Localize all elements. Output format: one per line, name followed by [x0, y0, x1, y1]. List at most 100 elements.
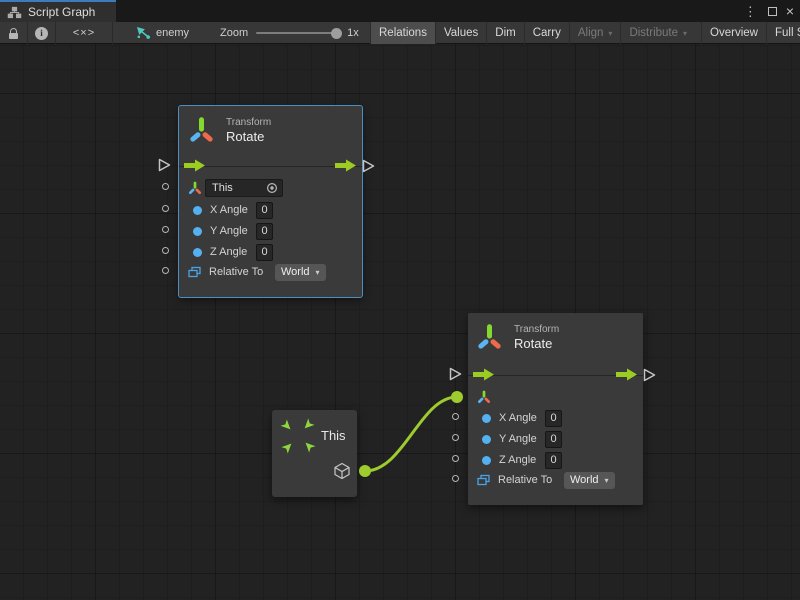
relative-to-dropdown[interactable]: World ▾: [275, 264, 326, 281]
align-button[interactable]: Align▾: [569, 22, 621, 44]
connection-wire[interactable]: [365, 397, 457, 471]
graph-hierarchy-icon: [7, 6, 22, 19]
gameobject-cube-icon: [333, 462, 351, 481]
flow-input-port[interactable]: [449, 367, 462, 381]
lock-button[interactable]: [0, 22, 27, 44]
values-button[interactable]: Values: [435, 22, 486, 44]
x-angle-port[interactable]: [162, 205, 169, 212]
port-label: Y Angle: [210, 225, 256, 237]
graph-toolbar: i <×> enemy Zoom 1x Relations Values: [0, 22, 800, 44]
flow-output-port[interactable]: [643, 368, 656, 382]
graph-reference[interactable]: enemy: [136, 22, 189, 44]
connection-layer: [0, 44, 800, 600]
chevron-down-icon: ▾: [316, 268, 320, 277]
z-angle-input[interactable]: 0: [545, 452, 562, 469]
node-title: Rotate: [514, 336, 559, 352]
full-screen-button[interactable]: Full Screen: [766, 22, 800, 44]
y-angle-port[interactable]: [452, 434, 459, 441]
rotate-node-top[interactable]: Transform Rotate This: [179, 106, 362, 297]
y-angle-input[interactable]: 0: [256, 223, 273, 240]
close-icon[interactable]: ×: [786, 4, 794, 18]
port-label: Z Angle: [210, 246, 256, 258]
port-label: X Angle: [499, 412, 545, 424]
script-graph-asset-icon: [136, 26, 151, 41]
value-port-dot: [193, 206, 202, 215]
value-port-dot: [193, 248, 202, 257]
dim-button[interactable]: Dim: [486, 22, 523, 44]
info-icon: i: [35, 27, 48, 40]
z-angle-port[interactable]: [452, 455, 459, 462]
relative-to-port[interactable]: [452, 475, 459, 482]
target-input-port-connected[interactable]: [451, 391, 463, 403]
this-output-port[interactable]: [359, 465, 371, 477]
chevron-down-icon: ▾: [608, 29, 612, 38]
x-angle-input[interactable]: 0: [256, 202, 273, 219]
y-angle-port[interactable]: [162, 226, 169, 233]
code-brackets-icon: <×>: [73, 27, 95, 39]
object-picker-icon[interactable]: [266, 182, 278, 194]
relative-to-port[interactable]: [162, 267, 169, 274]
target-object-value: This: [212, 182, 233, 194]
zoom-control: Zoom 1x: [220, 22, 359, 44]
transform-mini-icon: [477, 390, 491, 404]
value-port-dot: [193, 227, 202, 236]
y-angle-row: Y Angle 0: [468, 430, 643, 448]
distribute-button[interactable]: Distribute▾: [620, 22, 695, 44]
flow-output-port[interactable]: [362, 159, 375, 173]
target-port-row: [468, 388, 643, 406]
this-node[interactable]: ➤ ➤ ➤ ➤ This: [272, 410, 357, 497]
zoom-label: Zoom: [220, 27, 248, 39]
zoom-value: 1x: [347, 27, 359, 39]
enum-icon: [188, 266, 201, 278]
node-category: Transform: [514, 324, 559, 336]
x-angle-row: X Angle 0: [179, 201, 362, 219]
zoom-slider[interactable]: [256, 32, 340, 34]
transform-icon: [190, 114, 213, 147]
node-title: Rotate: [226, 129, 271, 145]
self-icon: ➤ ➤ ➤ ➤: [281, 419, 315, 453]
relative-to-row: Relative To World ▾: [179, 263, 362, 281]
chevron-down-icon: ▾: [605, 476, 609, 485]
z-angle-port[interactable]: [162, 247, 169, 254]
z-angle-row: Z Angle 0: [179, 243, 362, 261]
graph-canvas[interactable]: Transform Rotate This: [0, 44, 800, 600]
tab-bar: Script Graph ⋮ ×: [0, 0, 800, 22]
info-button[interactable]: i: [28, 22, 55, 44]
tab-script-graph[interactable]: Script Graph: [0, 0, 116, 22]
chevron-down-icon: ▾: [683, 29, 687, 38]
graph-name: enemy: [156, 27, 189, 39]
relations-button[interactable]: Relations: [370, 22, 435, 44]
toolbar-buttons: Relations Values Dim Carry Align▾ Distri…: [370, 22, 800, 44]
node-category: Transform: [226, 117, 271, 129]
y-angle-row: Y Angle 0: [179, 222, 362, 240]
value-port-dot: [482, 435, 491, 444]
target-input-port[interactable]: [162, 183, 169, 190]
flow-output-arrow-icon: [616, 368, 638, 381]
y-angle-input[interactable]: 0: [545, 431, 562, 448]
x-angle-port[interactable]: [452, 413, 459, 420]
relative-to-dropdown[interactable]: World ▾: [564, 472, 615, 489]
enum-icon: [477, 474, 490, 486]
maximize-icon[interactable]: [768, 7, 777, 16]
carry-button[interactable]: Carry: [524, 22, 569, 44]
code-view-button[interactable]: <×>: [56, 22, 112, 44]
port-label: Y Angle: [499, 433, 545, 445]
kebab-menu-icon[interactable]: ⋮: [742, 5, 759, 18]
port-label: Z Angle: [499, 454, 545, 466]
rotate-node-bottom[interactable]: Transform Rotate X Angle 0: [468, 313, 643, 505]
transform-icon: [478, 321, 501, 354]
value-port-dot: [482, 414, 491, 423]
zoom-slider-handle[interactable]: [331, 28, 342, 39]
x-angle-input[interactable]: 0: [545, 410, 562, 427]
window-controls: ⋮ ×: [742, 0, 794, 22]
z-angle-input[interactable]: 0: [256, 244, 273, 261]
script-graph-window: Script Graph ⋮ × i <×>: [0, 0, 800, 600]
toolbar-separator: [112, 22, 113, 44]
transform-mini-icon: [188, 181, 202, 195]
overview-button[interactable]: Overview: [701, 22, 766, 44]
port-label: Relative To: [209, 266, 275, 278]
target-object-field[interactable]: This: [205, 179, 283, 197]
port-label: Relative To: [498, 474, 564, 486]
flow-input-port[interactable]: [158, 158, 171, 172]
x-angle-row: X Angle 0: [468, 409, 643, 427]
